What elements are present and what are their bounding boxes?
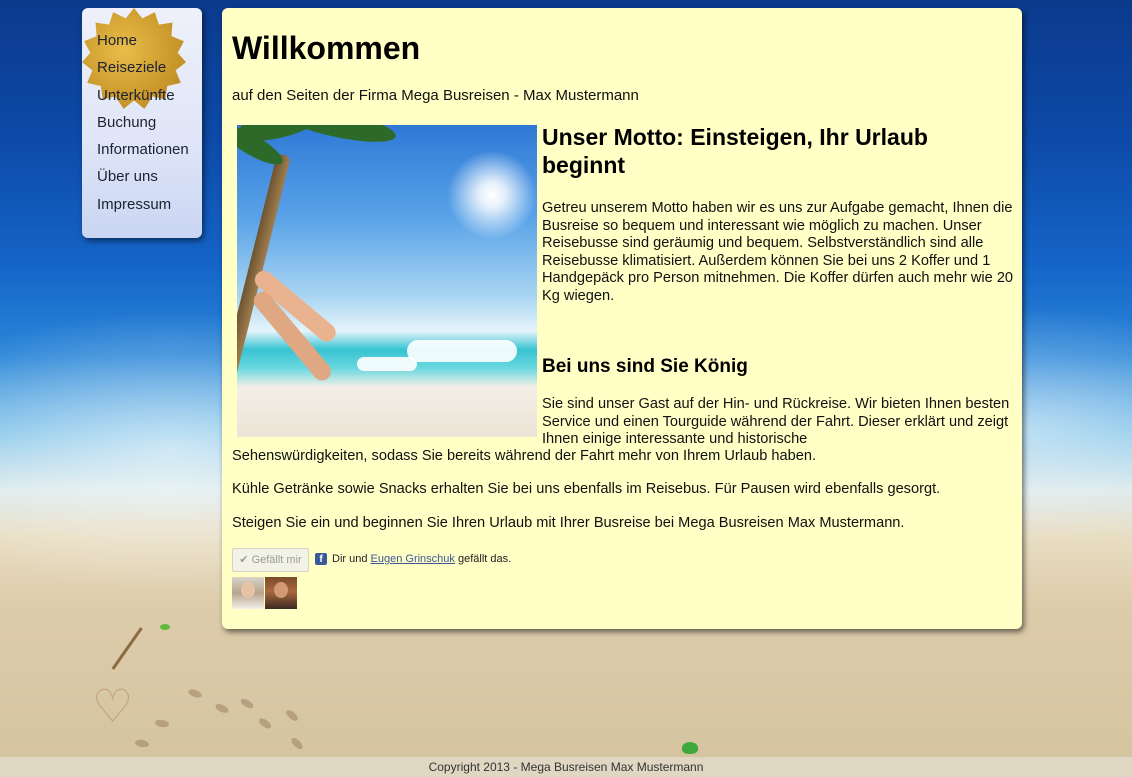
koenig-heading: Bei uns sind Sie König xyxy=(542,356,748,377)
like-text-prefix: Dir und xyxy=(332,553,368,565)
closing-paragraph: Steigen Sie ein und beginnen Sie Ihren U… xyxy=(232,515,905,531)
friend-name-link[interactable]: Eugen Grinschuk xyxy=(371,553,455,565)
footprint-icon xyxy=(239,696,255,711)
facebook-like-button[interactable]: ✔ Gefällt mir xyxy=(232,548,309,572)
facebook-like-text: Dir und Eugen Grinschuk gefällt das. xyxy=(332,553,511,565)
nav-item-ueber-uns[interactable]: Über uns xyxy=(97,168,158,185)
facebook-icon: f xyxy=(315,553,327,565)
drinks-paragraph: Kühle Getränke sowie Snacks erhalten Sie… xyxy=(232,481,941,497)
cloud-shape xyxy=(407,340,517,362)
copyright-text: Copyright 2013 - Mega Busreisen Max Must… xyxy=(428,760,704,774)
sidebar-navigation: Home Reiseziele Unterkünfte Buchung Info… xyxy=(82,8,202,238)
sand-heart-icon: ♡ xyxy=(92,679,134,733)
motto-paragraph: Getreu unserem Motto haben wir es uns zu… xyxy=(542,200,1014,304)
main-content-panel: Willkommen auf den Seiten der Firma Mega… xyxy=(222,8,1022,629)
legs-shape xyxy=(250,265,387,405)
footprint-icon xyxy=(187,687,203,700)
koenig-paragraph-start: Sie sind unser Gast auf der Hin- und Rüc… xyxy=(542,396,1010,447)
leaf-decoration xyxy=(160,624,170,630)
footprint-icon xyxy=(154,718,170,729)
intro-text: auf den Seiten der Firma Mega Busreisen … xyxy=(232,87,639,104)
footprint-icon xyxy=(134,738,150,749)
footprint-icon xyxy=(214,702,230,715)
driftwood-decoration xyxy=(111,627,143,670)
friend-avatar[interactable] xyxy=(265,577,297,609)
friend-avatar[interactable] xyxy=(232,577,264,609)
clover-decoration xyxy=(682,742,698,754)
footprint-icon xyxy=(289,736,305,751)
footprint-icon xyxy=(284,708,300,723)
beach-photo xyxy=(237,125,537,437)
nav-item-informationen[interactable]: Informationen xyxy=(97,141,189,158)
like-text-suffix: gefällt das. xyxy=(457,553,512,565)
footer: Copyright 2013 - Mega Busreisen Max Must… xyxy=(0,757,1132,777)
nav-item-buchung[interactable]: Buchung xyxy=(97,114,156,131)
beach-background xyxy=(0,640,1132,757)
koenig-paragraph-end: Sehenswürdigkeiten, sodass Sie bereits w… xyxy=(232,448,817,464)
page-title: Willkommen xyxy=(232,30,421,66)
avatar-face-shape xyxy=(274,582,288,598)
motto-heading: Unser Motto: Einsteigen, Ihr Urlaub begi… xyxy=(542,124,928,178)
avatar-face-shape xyxy=(241,582,255,598)
nav-item-home[interactable]: Home xyxy=(97,32,137,49)
nav-menu: Home Reiseziele Unterkünfte Buchung Info… xyxy=(97,30,189,221)
nav-item-reiseziele[interactable]: Reiseziele xyxy=(97,59,166,76)
nav-item-unterkuenfte[interactable]: Unterkünfte xyxy=(97,87,175,104)
sun-shape xyxy=(447,150,537,240)
nav-item-impressum[interactable]: Impressum xyxy=(97,196,171,213)
footprint-icon xyxy=(257,716,273,731)
